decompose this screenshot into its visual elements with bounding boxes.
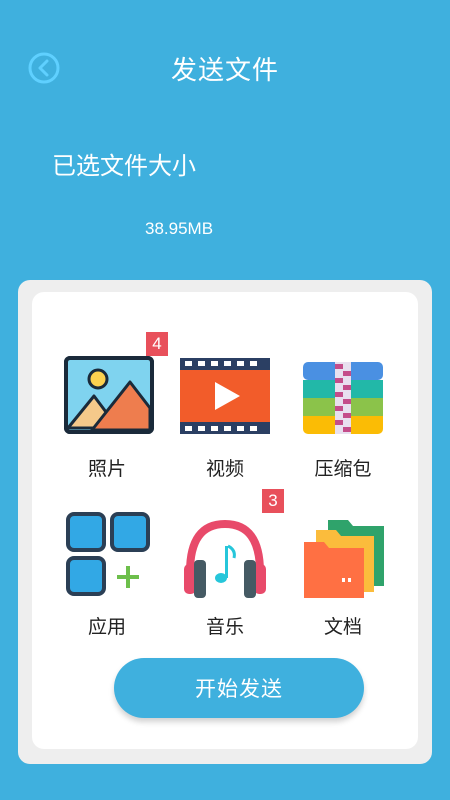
- category-videos[interactable]: 视频: [170, 352, 280, 492]
- header: 发送文件: [0, 0, 450, 140]
- category-label: 照片: [87, 458, 126, 480]
- category-label: 应用: [87, 616, 126, 638]
- music-count-badge: 3: [262, 489, 284, 513]
- category-card: 照片 4 视频 压缩包 应用 音乐 3 文档 开始发送: [18, 280, 432, 764]
- archive-icon: [288, 352, 398, 452]
- start-send-button[interactable]: 开始发送: [114, 658, 364, 718]
- category-label: 压缩包: [314, 458, 372, 480]
- selected-size-value: 38.95MB: [145, 219, 214, 238]
- category-panel: 照片 4 视频 压缩包 应用 音乐 3 文档 开始发送: [32, 292, 418, 749]
- document-icon: [288, 510, 398, 610]
- category-label: 视频: [205, 458, 244, 480]
- page-title: 发送文件: [170, 56, 279, 86]
- video-icon: [170, 352, 280, 452]
- category-archives[interactable]: 压缩包: [288, 352, 398, 492]
- apps-icon: [52, 510, 162, 610]
- category-apps[interactable]: 应用: [52, 510, 162, 650]
- photos-count-badge: 4: [146, 332, 168, 356]
- selected-size-label: 已选文件大小: [52, 152, 196, 180]
- category-music[interactable]: 音乐: [170, 510, 280, 650]
- music-icon: [170, 510, 280, 610]
- category-label: 文档: [323, 616, 362, 638]
- category-photos[interactable]: 照片: [52, 352, 162, 492]
- category-documents[interactable]: 文档: [288, 510, 398, 650]
- photo-icon: [52, 352, 162, 452]
- category-label: 音乐: [205, 616, 244, 638]
